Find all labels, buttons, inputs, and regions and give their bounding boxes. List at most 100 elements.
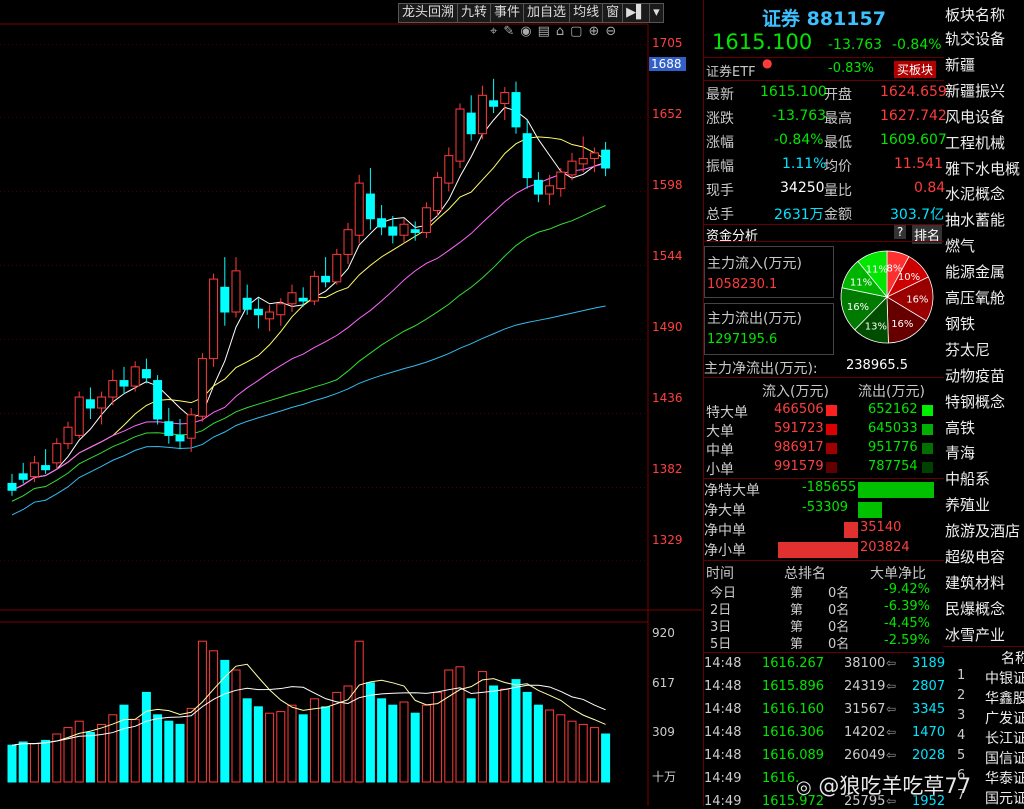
quote-label: 振幅 [706,159,734,175]
sector-item[interactable]: 新疆 [945,54,975,75]
volume-bar [265,712,275,783]
outflow-label: 主力流出(万元) [707,311,802,327]
pen-icon[interactable]: ✎ [503,24,514,39]
sector-item[interactable]: 特钢概念 [945,391,1005,412]
sector-item[interactable]: 建筑材料 [945,572,1005,593]
toolbar-window[interactable]: 窗 [602,3,624,23]
price-tick: 1490 [652,320,683,334]
stock-list-item[interactable]: 华鑫股 [985,688,1024,708]
sector-item[interactable]: 旅游及酒店 [945,520,1020,541]
volume-bar [231,669,241,783]
sector-item[interactable]: 钢铁 [945,313,975,334]
sector-item[interactable]: 民爆概念 [945,598,1005,619]
toolbar-events[interactable]: 事件 [490,3,525,23]
volume-tick: 617 [652,676,675,690]
sector-item[interactable]: 超级电容 [945,546,1005,567]
stock-list-item[interactable]: 中银证 [985,668,1024,688]
rank-value: 0名 [828,637,850,652]
collapse-right-icon[interactable]: ▶▌ [622,3,651,23]
dropdown-icon[interactable]: ▾ [649,3,664,23]
rank-col-time: 时间 [706,566,734,582]
candle [197,353,207,422]
toolbar-dragon-backtrack[interactable]: 龙头回溯 [398,3,459,23]
sector-item[interactable]: 轨交设备 [945,28,1005,49]
moving-average-line [11,305,606,516]
flow-in-swatch [826,462,837,473]
flow-out-swatch [922,424,933,435]
toolbar-ma[interactable]: 均线 [569,3,604,23]
volume-bar [164,720,174,783]
flow-row-label: 特大单 [706,405,748,421]
chart-area[interactable]: 龙头回溯 九转 事件 加自选 均线 窗 ▶▌ ▾ ⌖ ✎ ◉ ▤ ⌂ ▢ ⊕ ⊖… [0,0,702,806]
etf-dot-icon: ● [762,56,773,70]
sector-item[interactable]: 雅下水电概 [945,158,1020,179]
quote-label: 总手 [706,207,734,223]
stock-list-item[interactable]: 国元证 [985,788,1024,808]
stock-rank: 4 [957,728,966,743]
stock-rank: 2 [957,688,966,703]
volume-bar [377,698,387,783]
volume-bar [186,707,196,783]
lock-icon[interactable]: ▢ [570,24,582,39]
toolbar-add-watch[interactable]: 加自选 [523,3,571,23]
candle [533,172,543,203]
volume-bar [567,720,577,783]
sector-item[interactable]: 水泥概念 [945,183,1005,204]
stock-list-item[interactable]: 广发证 [985,708,1024,728]
stock-change: -13.763 [828,37,883,53]
sector-item[interactable]: 能源金属 [945,261,1005,282]
candlestick-chart[interactable] [0,0,702,806]
stock-list-item[interactable]: 华泰证 [985,768,1024,788]
quote-label: 涨跌 [706,111,734,127]
pie-label: 10% [898,272,920,283]
sector-item[interactable]: 风电设备 [945,106,1005,127]
volume-bar [399,701,409,783]
sector-item[interactable]: 芬太尼 [945,339,990,360]
sector-item[interactable]: 高压氧舱 [945,287,1005,308]
basket-icon[interactable]: ▤ [538,24,550,39]
volume-bar [119,704,129,783]
candle [231,257,241,318]
eye-icon[interactable]: ◉ [520,24,531,39]
sector-item[interactable]: 新疆振兴 [945,80,1005,101]
volume-bar [141,691,151,783]
sector-item[interactable]: 工程机械 [945,132,1005,153]
sector-item[interactable]: 青海 [945,442,975,463]
candle [29,456,39,483]
sector-item[interactable]: 高铁 [945,417,975,438]
fund-pie-chart: 8%10%16%16%13%16%11%11% [840,250,934,344]
candle [186,408,196,452]
sector-item[interactable]: 动物疫苗 [945,365,1005,386]
stock-list-header: 名称 [1001,651,1024,667]
volume-bar [242,698,252,783]
fund-inflow-box: 主力流入(万元) 1058230.1 [704,246,834,298]
candle [253,298,263,329]
help-button[interactable]: ? [894,225,907,239]
sector-item[interactable]: 燃气 [945,235,975,256]
toolbar-nine-turn[interactable]: 九转 [457,3,492,23]
volume-bar [97,723,107,783]
outflow-value: 1297195.6 [707,332,778,347]
quote-value: 303.7亿 [890,207,945,223]
rank-col-total: 总排名 [784,566,826,582]
etf-label[interactable]: 证券ETF [706,61,756,80]
tick-arrow-icon: ⇦ [886,679,897,693]
zoom-in-icon[interactable]: ⊕ [588,24,599,39]
stock-rank: 3 [957,708,966,723]
target-icon[interactable]: ⌖ [490,24,497,39]
stock-list-item[interactable]: 长江证 [985,728,1024,748]
quote-value: 11.541 [894,156,943,172]
candle [354,174,364,244]
candle [477,85,487,140]
sector-item[interactable]: 抽水蓄能 [945,209,1005,230]
buy-sector-button[interactable]: 买板块 [894,61,937,78]
sector-item[interactable]: 养殖业 [945,494,990,515]
zoom-out-icon[interactable]: ⊖ [605,24,616,39]
candle [511,81,521,134]
tick-volume: 26049 [844,748,886,763]
volume-bar [253,706,263,783]
home-icon[interactable]: ⌂ [556,24,564,39]
sector-item[interactable]: 冰雪产业 [945,624,1005,645]
sector-item[interactable]: 中船系 [945,468,990,489]
stock-list-item[interactable]: 国信证 [985,748,1024,768]
